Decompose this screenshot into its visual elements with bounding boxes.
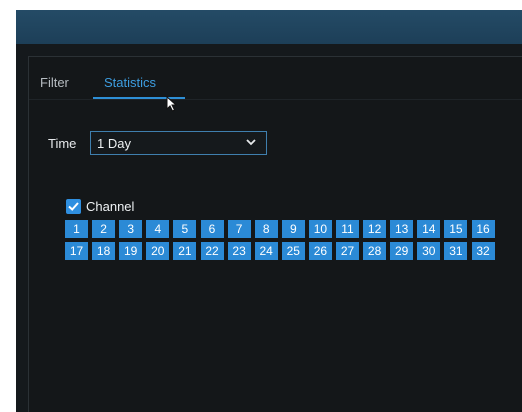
title-bar — [16, 10, 522, 44]
channel-label: Channel — [86, 199, 135, 214]
channel-chip-6[interactable]: 6 — [200, 220, 224, 238]
channel-chip-10[interactable]: 10 — [308, 220, 332, 238]
channel-chip-9[interactable]: 9 — [281, 220, 305, 238]
mouse-cursor-icon — [166, 96, 178, 112]
tab-statistics[interactable]: Statistics — [104, 74, 156, 92]
channel-chip-2[interactable]: 2 — [92, 220, 116, 238]
checkmark-icon — [68, 202, 79, 211]
chevron-down-icon — [246, 139, 256, 146]
channel-chip-23[interactable]: 23 — [227, 242, 251, 260]
channel-checkbox[interactable] — [66, 199, 81, 214]
channel-chip-28[interactable]: 28 — [363, 242, 387, 260]
channel-chip-26[interactable]: 26 — [308, 242, 332, 260]
channel-chip-14[interactable]: 14 — [417, 220, 441, 238]
channel-chip-31[interactable]: 31 — [444, 242, 468, 260]
channel-chip-1[interactable]: 1 — [65, 220, 88, 238]
time-select[interactable]: 1 Day — [90, 131, 267, 155]
time-label: Time — [48, 136, 77, 151]
channel-chip-12[interactable]: 12 — [363, 220, 387, 238]
channel-chip-17[interactable]: 17 — [65, 242, 88, 260]
tab-filter[interactable]: Filter — [40, 74, 69, 92]
channel-chip-11[interactable]: 11 — [336, 220, 359, 238]
channel-chip-29[interactable]: 29 — [390, 242, 414, 260]
channel-chip-4[interactable]: 4 — [146, 220, 170, 238]
channel-chip-13[interactable]: 13 — [390, 220, 414, 238]
channel-chip-19[interactable]: 19 — [119, 242, 143, 260]
channel-chip-5[interactable]: 5 — [173, 220, 197, 238]
dvr-window: Filter Statistics Time 1 Day Channel 123… — [16, 10, 522, 412]
channel-chip-18[interactable]: 18 — [92, 242, 116, 260]
channel-chip-32[interactable]: 32 — [471, 242, 495, 260]
channel-chip-3[interactable]: 3 — [119, 220, 143, 238]
search-panel: Filter Statistics Time 1 Day Channel 123… — [28, 56, 522, 412]
channel-chip-21[interactable]: 21 — [173, 242, 197, 260]
channel-chip-22[interactable]: 22 — [200, 242, 224, 260]
channel-chip-7[interactable]: 7 — [227, 220, 251, 238]
channel-chip-24[interactable]: 24 — [254, 242, 278, 260]
channel-chip-15[interactable]: 15 — [444, 220, 468, 238]
channel-chip-8[interactable]: 8 — [254, 220, 278, 238]
channel-chip-20[interactable]: 20 — [146, 242, 170, 260]
channel-chip-16[interactable]: 16 — [471, 220, 495, 238]
channel-chip-27[interactable]: 27 — [336, 242, 359, 260]
time-selected-value: 1 Day — [97, 136, 131, 151]
channel-chip-30[interactable]: 30 — [417, 242, 441, 260]
tabs-divider — [29, 99, 522, 100]
channel-chip-25[interactable]: 25 — [281, 242, 305, 260]
